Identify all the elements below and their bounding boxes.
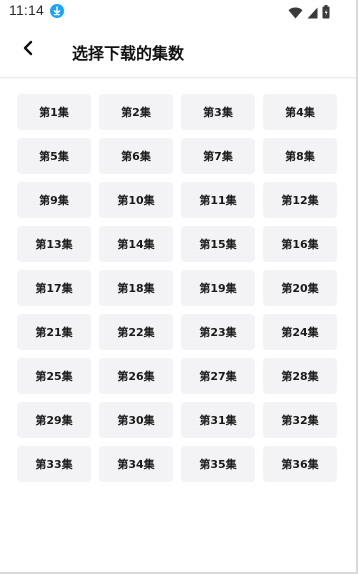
episode-button[interactable]: 第14集: [99, 226, 173, 262]
episode-button[interactable]: 第18集: [99, 270, 173, 306]
episode-button[interactable]: 第31集: [181, 402, 255, 438]
episode-button[interactable]: 第20集: [263, 270, 337, 306]
signal-icon: [307, 4, 318, 23]
episode-button[interactable]: 第29集: [17, 402, 91, 438]
battery-icon: [322, 4, 330, 23]
episode-grid: 第1集 第2集 第3集 第4集 第5集 第6集 第7集 第8集 第9集 第10集 第11集 第12集第…: [17, 94, 337, 482]
episode-button[interactable]: 第11集: [181, 182, 255, 218]
episode-button[interactable]: 第24集: [263, 314, 337, 350]
episode-button[interactable]: 第5集: [17, 138, 91, 174]
episode-button[interactable]: 第21集: [17, 314, 91, 350]
episode-button[interactable]: 第13集: [17, 226, 91, 262]
episode-button[interactable]: 第2集: [99, 94, 173, 130]
header-divider: [0, 77, 358, 80]
app-header: 选择下载的集数: [0, 24, 358, 78]
episode-button[interactable]: 第8集: [263, 138, 337, 174]
episode-button[interactable]: 第28集: [263, 358, 337, 394]
status-icons: [288, 4, 330, 23]
episode-button[interactable]: 第23集: [181, 314, 255, 350]
episode-button[interactable]: 第36集: [263, 446, 337, 482]
episode-button[interactable]: 第22集: [99, 314, 173, 350]
status-bar: 11:14: [0, 0, 358, 24]
episode-button[interactable]: 第16集: [263, 226, 337, 262]
episode-button[interactable]: 第3集: [181, 94, 255, 130]
status-time: 11:14: [9, 2, 44, 18]
episode-button[interactable]: 第9集: [17, 182, 91, 218]
episode-button[interactable]: 第7集: [181, 138, 255, 174]
episode-button[interactable]: 第19集: [181, 270, 255, 306]
episode-button[interactable]: 第33集: [17, 446, 91, 482]
download-icon: [50, 4, 64, 18]
chevron-left-icon: [22, 40, 34, 60]
back-button[interactable]: [14, 36, 42, 64]
episode-button[interactable]: 第30集: [99, 402, 173, 438]
episode-button[interactable]: 第17集: [17, 270, 91, 306]
episode-button[interactable]: 第27集: [181, 358, 255, 394]
episode-button[interactable]: 第32集: [263, 402, 337, 438]
episode-button[interactable]: 第6集: [99, 138, 173, 174]
episode-button[interactable]: 第26集: [99, 358, 173, 394]
episode-button[interactable]: 第12集: [263, 182, 337, 218]
episode-button[interactable]: 第25集: [17, 358, 91, 394]
episode-button[interactable]: 第15集: [181, 226, 255, 262]
episode-button[interactable]: 第34集: [99, 446, 173, 482]
episode-button[interactable]: 第35集: [181, 446, 255, 482]
episode-button[interactable]: 第10集: [99, 182, 173, 218]
page-title: 选择下载的集数: [72, 44, 185, 63]
episode-button[interactable]: 第1集: [17, 94, 91, 130]
episode-button[interactable]: 第4集: [263, 94, 337, 130]
wifi-icon: [288, 4, 303, 23]
